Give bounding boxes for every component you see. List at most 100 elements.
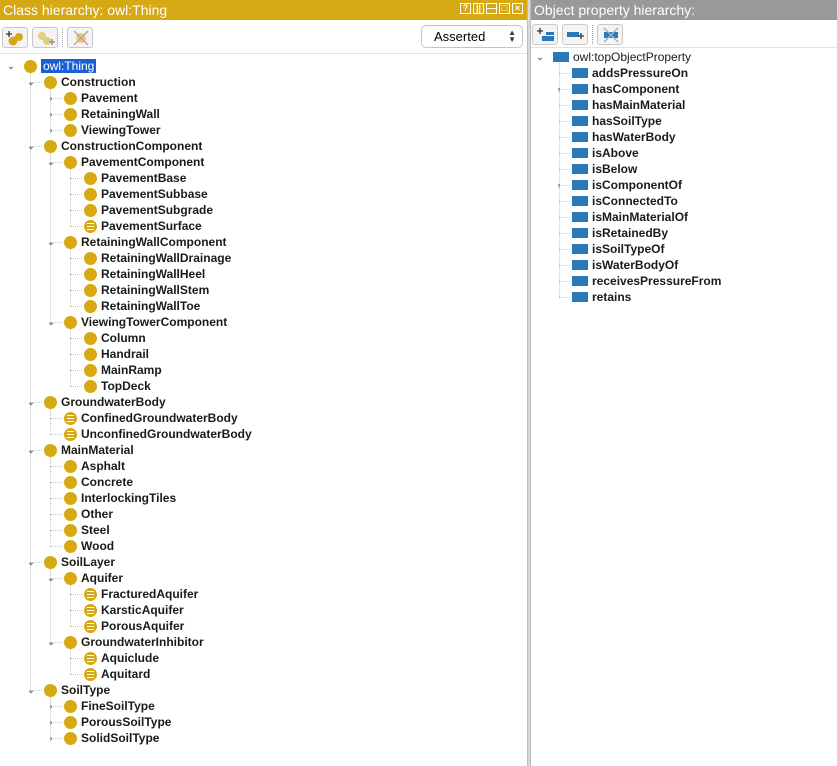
expand-toggle-icon[interactable]: ⌄ (26, 557, 36, 567)
add-subclass-button[interactable] (2, 27, 28, 48)
collapse-toggle-icon[interactable]: › (46, 733, 56, 743)
expand-toggle-icon[interactable]: ⌄ (46, 573, 56, 583)
minimize-button[interactable]: — (486, 3, 497, 14)
property-tree-row[interactable]: addsPressureOn (572, 65, 688, 81)
class-tree-row[interactable]: Wood (64, 538, 114, 554)
class-tree-row[interactable]: ⌄ MainMaterial (27, 442, 133, 458)
tree-guide-line (50, 530, 62, 531)
class-tree-row[interactable]: ⌄ ConstructionComponent (27, 138, 203, 154)
class-tree-row[interactable]: Asphalt (64, 458, 125, 474)
class-icon (64, 459, 77, 473)
property-tree-row[interactable]: isBelow (572, 161, 637, 177)
class-tree-row[interactable]: ⌄ GroundwaterInhibitor (47, 634, 203, 650)
class-tree-row[interactable]: PorousAquifer (84, 618, 184, 634)
class-tree-row[interactable]: › Pavement (50, 90, 138, 106)
property-tree-row[interactable]: hasMainMaterial (572, 97, 685, 113)
class-tree-row[interactable]: PavementSurface (84, 218, 202, 234)
expand-toggle-icon[interactable]: ⌄ (26, 685, 36, 695)
expand-toggle-icon[interactable]: ⌄ (26, 141, 36, 151)
property-tree-row[interactable]: receivesPressureFrom (572, 273, 721, 289)
expand-toggle-icon[interactable]: ⌄ (6, 61, 16, 71)
class-tree-row[interactable]: › PorousSoilType (50, 714, 172, 730)
class-tree-row[interactable]: RetainingWallHeel (84, 266, 205, 282)
class-tree-row[interactable]: InterlockingTiles (64, 490, 176, 506)
maximize-button[interactable]: □ (499, 3, 510, 14)
class-tree-row[interactable]: ⌄ PavementComponent (47, 154, 204, 170)
class-tree-row[interactable]: Handrail (84, 346, 149, 362)
property-tree-row[interactable]: isConnectedTo (572, 193, 678, 209)
property-tree-row[interactable]: retains (572, 289, 631, 305)
delete-class-button[interactable] (67, 27, 93, 48)
expand-toggle-icon[interactable]: ⌄ (46, 237, 56, 247)
property-tree-row[interactable]: hasSoilType (572, 113, 662, 129)
hierarchy-mode-select[interactable]: Asserted ▲ ▼ (421, 25, 523, 48)
object-property-icon (572, 84, 588, 94)
class-tree-row[interactable]: PavementSubgrade (84, 202, 213, 218)
collapse-toggle-icon[interactable]: › (46, 109, 56, 119)
class-tree-row[interactable]: › ViewingTower (50, 122, 161, 138)
class-tree-row[interactable]: › RetainingWall (50, 106, 160, 122)
class-tree-row[interactable]: RetainingWallDrainage (84, 250, 231, 266)
class-tree-row[interactable]: › FineSoilType (50, 698, 155, 714)
class-tree-row[interactable]: › SolidSoilType (50, 730, 160, 746)
help-button[interactable]: ? (460, 3, 471, 14)
property-tree-row[interactable]: › hasComponent (558, 81, 680, 97)
class-tree-row[interactable]: PavementSubbase (84, 186, 208, 202)
close-button[interactable]: × (512, 3, 523, 14)
expand-toggle-icon[interactable]: ⌄ (26, 397, 36, 407)
expand-toggle-icon[interactable]: ⌄ (46, 157, 56, 167)
add-sibling-property-button[interactable] (562, 24, 588, 45)
class-tree-row[interactable]: FracturedAquifer (84, 586, 198, 602)
property-tree-row[interactable]: hasWaterBody (572, 129, 676, 145)
class-tree-row[interactable]: ⌄ SoilType (27, 682, 110, 698)
class-tree-row[interactable]: TopDeck (84, 378, 151, 394)
tree-guide-line (70, 194, 82, 195)
expand-toggle-icon[interactable]: ⌄ (26, 445, 36, 455)
collapse-toggle-icon[interactable]: › (554, 180, 564, 190)
expand-toggle-icon[interactable]: ⌄ (535, 52, 545, 62)
class-tree-row[interactable]: Other (64, 506, 113, 522)
class-tree-row[interactable]: MainRamp (84, 362, 162, 378)
collapse-toggle-icon[interactable]: › (46, 93, 56, 103)
collapse-toggle-icon[interactable]: › (46, 125, 56, 135)
class-tree-row[interactable]: Steel (64, 522, 110, 538)
class-icon (44, 395, 57, 409)
class-tree-row[interactable]: PavementBase (84, 170, 186, 186)
class-tree-row[interactable]: ConfinedGroundwaterBody (64, 410, 238, 426)
class-tree-row[interactable]: KarsticAquifer (84, 602, 184, 618)
split-button[interactable]: || (473, 3, 484, 14)
class-label: PorousSoilType (81, 715, 172, 729)
tree-row-root[interactable]: ⌄ owl:Thing (7, 58, 97, 74)
expand-toggle-icon[interactable]: ⌄ (46, 317, 56, 327)
class-tree-row[interactable]: UnconfinedGroundwaterBody (64, 426, 252, 442)
class-tree-row[interactable]: RetainingWallToe (84, 298, 200, 314)
property-tree-row-root[interactable]: ⌄ owl:topObjectProperty (536, 49, 691, 65)
property-tree-row[interactable]: isWaterBodyOf (572, 257, 678, 273)
property-tree-row[interactable]: isAbove (572, 145, 639, 161)
class-tree-row[interactable]: ⌄ Construction (27, 74, 135, 90)
collapse-toggle-icon[interactable]: › (46, 701, 56, 711)
property-tree-row[interactable]: isRetainedBy (572, 225, 668, 241)
collapse-toggle-icon[interactable]: › (46, 717, 56, 727)
delete-property-button[interactable] (597, 24, 623, 45)
expand-toggle-icon[interactable]: ⌄ (26, 77, 36, 87)
class-tree-row[interactable]: Concrete (64, 474, 133, 490)
class-tree-row[interactable]: ⌄ ViewingTowerComponent (47, 314, 227, 330)
property-tree-row[interactable]: isMainMaterialOf (572, 209, 688, 225)
expand-toggle-icon[interactable]: ⌄ (46, 637, 56, 647)
class-tree-row[interactable]: RetainingWallStem (84, 282, 209, 298)
class-label: ConstructionComponent (61, 139, 203, 153)
add-subproperty-button[interactable] (532, 24, 558, 45)
add-sibling-button[interactable] (32, 27, 58, 48)
class-tree-row[interactable]: ⌄ SoilLayer (27, 554, 115, 570)
class-tree-row[interactable]: ⌄ GroundwaterBody (27, 394, 165, 410)
class-tree-row[interactable]: ⌄ Aquifer (47, 570, 123, 586)
class-tree-row[interactable]: ⌄ RetainingWallComponent (47, 234, 226, 250)
class-tree-row[interactable]: Aquitard (84, 666, 150, 682)
class-tree-row[interactable]: Aquiclude (84, 650, 159, 666)
class-tree-row[interactable]: Column (84, 330, 146, 346)
property-tree-row[interactable]: isSoilTypeOf (572, 241, 664, 257)
property-tree-row[interactable]: › isComponentOf (558, 177, 683, 193)
collapse-toggle-icon[interactable]: › (554, 84, 564, 94)
tree-guide-line (50, 514, 62, 515)
